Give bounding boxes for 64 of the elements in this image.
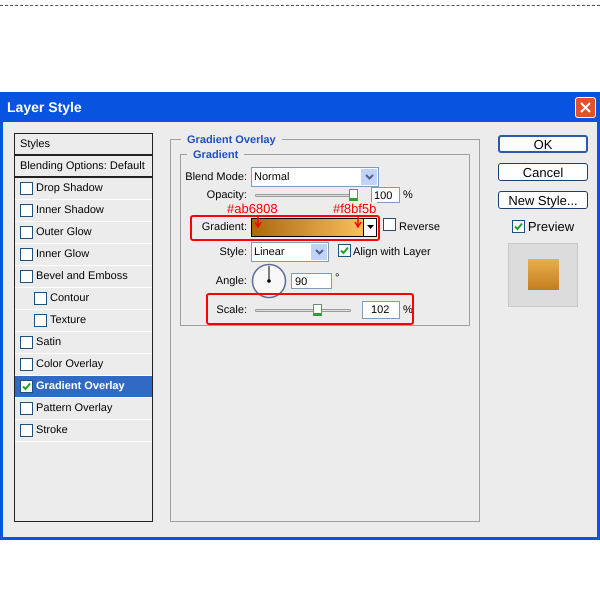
list-item[interactable]: Stroke [15, 420, 152, 442]
section-title: Gradient Overlay [181, 132, 282, 148]
scale-input[interactable]: 102 [362, 301, 400, 319]
caret-icon [361, 169, 377, 185]
checkbox[interactable] [20, 182, 33, 195]
list-item[interactable]: Satin [15, 332, 152, 354]
checkbox[interactable] [20, 204, 33, 217]
angle-dial[interactable] [251, 263, 287, 299]
checkbox[interactable] [20, 358, 33, 371]
list-item[interactable]: Inner Shadow [15, 200, 152, 222]
field-label: Opacity: [206, 188, 248, 203]
list-item[interactable]: Pattern Overlay [15, 398, 152, 420]
unit-label: ° [335, 271, 340, 286]
list-item[interactable]: Outer Glow [15, 222, 152, 244]
list-item[interactable]: Inner Glow [15, 244, 152, 266]
dialog-button[interactable]: OK [498, 135, 588, 153]
list-item[interactable]: Contour [15, 288, 152, 310]
checkbox-label: Reverse [399, 220, 440, 235]
preview-swatch [528, 259, 558, 290]
close-icon [580, 102, 591, 112]
checkbox[interactable] [20, 248, 33, 261]
list-item[interactable]: Bevel and Emboss [15, 266, 152, 288]
field-label: Angle: [214, 274, 248, 289]
angle-input[interactable]: 90 [291, 273, 332, 289]
field-label: Scale: [215, 302, 248, 318]
checkbox[interactable] [20, 380, 33, 393]
arrow-icon [254, 215, 262, 228]
annotation-label: #ab6808 [226, 202, 279, 215]
annotation-label: #f8bf5b [332, 202, 378, 215]
list-item[interactable]: Texture [15, 310, 152, 332]
list-item[interactable]: Blending Options: Default [15, 156, 152, 178]
dialog-button[interactable]: New Style... [498, 191, 588, 209]
checkbox[interactable] [20, 270, 33, 283]
caret-icon [363, 218, 376, 236]
checkbox[interactable] [34, 292, 47, 305]
caret-icon [311, 244, 327, 260]
checkbox[interactable] [512, 220, 525, 234]
checkbox-label: Align with Layer [353, 244, 431, 260]
arrow-icon [354, 215, 362, 228]
checkbox[interactable] [20, 336, 33, 349]
close-button[interactable] [575, 96, 596, 118]
checkbox[interactable] [338, 244, 351, 257]
slider-thumb[interactable] [313, 304, 322, 316]
slider-thumb[interactable] [348, 189, 358, 201]
checkbox[interactable] [20, 226, 33, 239]
opacity-input[interactable]: 100 [371, 187, 400, 203]
field-label: Style: [218, 244, 248, 260]
field-label: Blend Mode: [184, 170, 248, 185]
gradient-picker[interactable] [251, 218, 377, 236]
dropdown[interactable]: Linear [251, 242, 329, 262]
checkbox[interactable] [34, 314, 47, 327]
checkbox[interactable] [20, 402, 33, 415]
window-title: Layer Style [7, 98, 82, 117]
checkbox[interactable] [20, 424, 33, 437]
field-label: Gradient: [200, 220, 248, 235]
checkbox-label: Preview [528, 218, 574, 236]
dialog-button[interactable]: Cancel [498, 163, 588, 181]
unit-label: % [403, 302, 413, 318]
list-item[interactable]: Styles [15, 134, 152, 156]
dropdown[interactable]: Normal [251, 167, 379, 187]
list-item[interactable]: Gradient Overlay [15, 376, 152, 398]
checkbox[interactable] [383, 218, 396, 231]
unit-label: % [403, 188, 413, 203]
list-item[interactable]: Drop Shadow [15, 178, 152, 200]
